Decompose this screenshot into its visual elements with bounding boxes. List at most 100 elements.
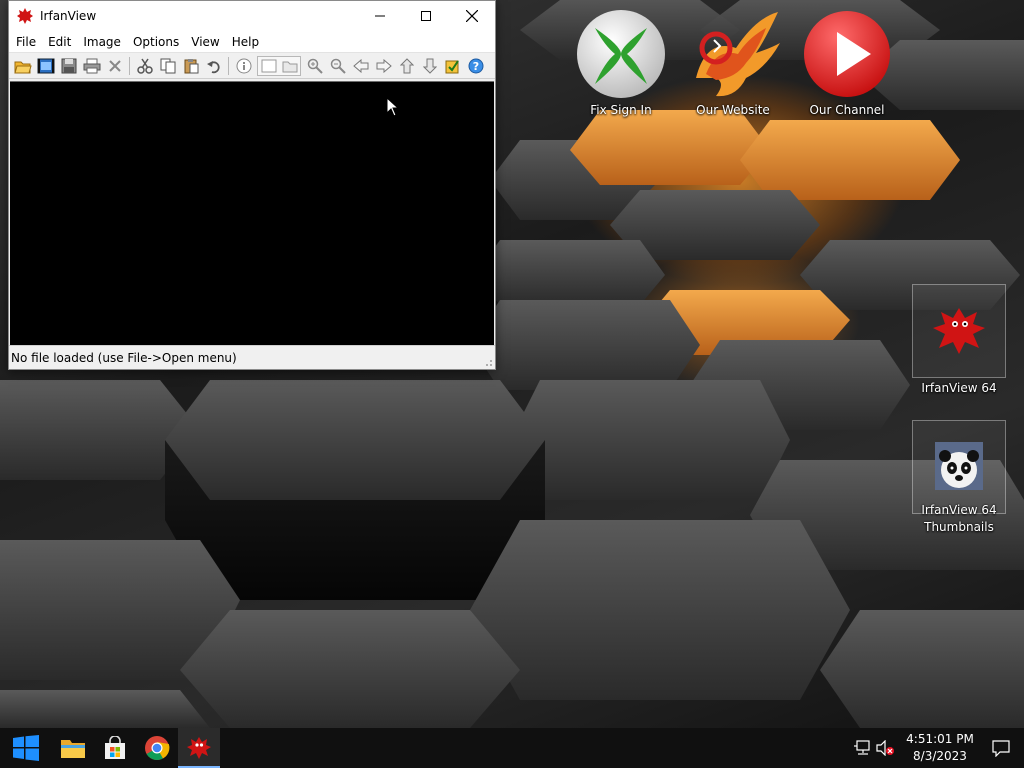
notification-icon (992, 740, 1010, 757)
desktop-icon-label-line2: Thumbnails (924, 520, 994, 534)
cut-button[interactable] (133, 55, 156, 77)
thumbnails-button[interactable] (257, 55, 301, 76)
taskbar-irfanview[interactable] (178, 728, 220, 768)
desktop-icon-label: Our Channel (809, 103, 885, 117)
status-bar: No file loaded (use File->Open menu) (9, 345, 495, 369)
irfanview-icon (187, 737, 211, 759)
info-button[interactable] (232, 55, 255, 77)
help-button[interactable]: ? (464, 55, 487, 77)
delete-icon (108, 59, 121, 72)
title-bar[interactable]: IrfanView (9, 1, 495, 31)
menu-bar: File Edit Image Options View Help (9, 31, 495, 53)
desktop-icon-irfanview-64-thumbnails[interactable]: IrfanView 64 Thumbnails (912, 420, 1006, 536)
zoom-out-button[interactable] (326, 55, 349, 77)
slideshow-button[interactable] (34, 55, 57, 77)
toolbar-separator (228, 56, 229, 75)
taskbar-clock[interactable]: 4:51:01 PM 8/3/2023 (902, 731, 978, 765)
start-icon (13, 735, 39, 761)
taskbar-chrome[interactable] (136, 728, 178, 768)
xbox-icon (577, 10, 665, 98)
status-text: No file loaded (use File->Open menu) (11, 350, 237, 365)
volume-muted-icon (876, 740, 894, 756)
paste-button[interactable] (179, 55, 202, 77)
info-icon (236, 58, 251, 73)
store-icon (105, 736, 125, 759)
taskbar-store[interactable] (94, 728, 136, 768)
next-button[interactable] (372, 55, 395, 77)
svg-text:?: ? (472, 60, 478, 73)
close-button[interactable] (449, 1, 495, 31)
taskbar: 4:51:01 PM 8/3/2023 (0, 728, 1024, 768)
last-button[interactable] (418, 55, 441, 77)
thumbnails-icon (261, 59, 276, 72)
slideshow-icon (37, 58, 54, 73)
irfanview-icon (17, 8, 33, 24)
system-tray: 4:51:01 PM 8/3/2023 (852, 728, 1024, 768)
close-icon (466, 10, 478, 22)
panda-icon (935, 442, 983, 490)
toolbar: ? (9, 53, 495, 79)
minimize-icon (375, 15, 385, 17)
save-button[interactable] (57, 55, 80, 77)
menu-image[interactable]: Image (77, 31, 127, 53)
print-button[interactable] (80, 55, 103, 77)
first-icon (399, 57, 414, 73)
menu-help[interactable]: Help (226, 31, 265, 53)
menu-view[interactable]: View (185, 31, 225, 53)
paint-button[interactable] (441, 55, 464, 77)
maximize-icon (421, 11, 431, 21)
resize-grip-icon[interactable] (483, 357, 493, 367)
taskbar-file-explorer[interactable] (52, 728, 94, 768)
desktop-icon-label-line1: IrfanView 64 (921, 503, 997, 517)
phoenix-icon (696, 12, 780, 97)
mouse-cursor-icon (386, 97, 400, 117)
toolbar-separator (129, 56, 130, 75)
chrome-icon (145, 736, 170, 761)
minimize-button[interactable] (357, 1, 403, 31)
last-icon (422, 58, 437, 74)
undo-button[interactable] (202, 55, 225, 77)
window-title: IrfanView (40, 9, 97, 23)
desktop-icon-label: IrfanView 64 (921, 381, 997, 395)
next-icon (376, 58, 392, 73)
menu-edit[interactable]: Edit (42, 31, 77, 53)
zoom-in-button[interactable] (303, 55, 326, 77)
play-icon (804, 11, 890, 97)
start-button[interactable] (0, 728, 52, 768)
zoom-in-icon (307, 58, 323, 74)
desktop-icon-our-channel[interactable]: Our Channel (800, 8, 894, 119)
open-button[interactable] (11, 55, 34, 77)
cut-icon (136, 58, 153, 74)
open-folder-icon (13, 61, 32, 73)
maximize-button[interactable] (403, 1, 449, 31)
irfanview-icon (933, 308, 985, 354)
help-icon: ? (468, 58, 483, 73)
file-explorer-icon (61, 740, 85, 758)
open-folder-icon (282, 61, 297, 72)
clock-date: 8/3/2023 (913, 749, 967, 763)
previous-icon (352, 58, 368, 73)
desktop-icon-label: Fix Sign In (590, 103, 652, 117)
paint-icon (445, 59, 459, 73)
previous-button[interactable] (349, 55, 372, 77)
desktop-icon-label: Our Website (696, 103, 770, 117)
save-icon (61, 58, 76, 73)
first-button[interactable] (395, 55, 418, 77)
image-canvas[interactable] (10, 81, 494, 346)
menu-options[interactable]: Options (127, 31, 185, 53)
desktop-icon-our-website[interactable]: Our Website (686, 8, 780, 119)
copy-icon (160, 58, 175, 73)
undo-icon (206, 60, 220, 73)
copy-button[interactable] (156, 55, 179, 77)
irfanview-window[interactable]: IrfanView File Edit Image Options View H… (8, 0, 496, 370)
desktop-icon-irfanview-64[interactable]: IrfanView 64 (912, 284, 1006, 397)
delete-button[interactable] (103, 55, 126, 77)
menu-file[interactable]: File (10, 31, 42, 53)
print-icon (83, 58, 100, 73)
tray-network[interactable] (852, 728, 874, 768)
desktop-icon-fix-sign-in[interactable]: Fix Sign In (574, 8, 668, 119)
paste-icon (184, 58, 198, 73)
action-center-button[interactable] (978, 728, 1024, 768)
zoom-out-icon (330, 58, 346, 74)
tray-volume[interactable] (874, 728, 896, 768)
